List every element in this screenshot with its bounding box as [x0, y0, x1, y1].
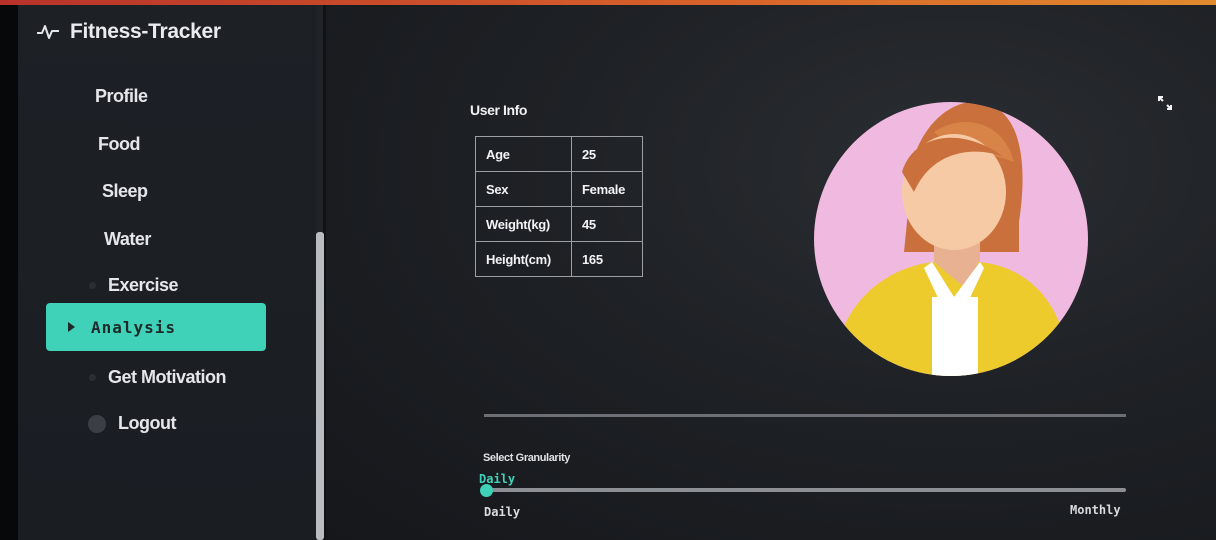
sidebar-scrollbar-thumb[interactable]	[316, 232, 324, 540]
logout-icon	[88, 414, 106, 433]
table-row: Height(cm) 165	[475, 241, 643, 277]
sidebar-item-label: Food	[98, 134, 140, 154]
play-arrow-icon	[68, 322, 75, 332]
sidebar-item-sleep[interactable]: Sleep	[102, 181, 148, 202]
activity-pulse-icon	[37, 25, 59, 39]
bullet-icon	[89, 374, 96, 381]
user-info-title: User Info	[470, 102, 528, 118]
sidebar-item-logout[interactable]: Logout	[88, 413, 176, 434]
sidebar-item-get-motivation[interactable]: Get Motivation	[89, 367, 227, 388]
expand-icon[interactable]	[1157, 95, 1173, 111]
sidebar-item-water[interactable]: Water	[104, 229, 151, 250]
sidebar-item-analysis[interactable]: Analysis	[46, 303, 266, 351]
sidebar-item-food[interactable]: Food	[98, 134, 140, 155]
sidebar-item-profile[interactable]: Profile	[95, 86, 148, 107]
table-cell-value: 165	[571, 241, 643, 277]
sidebar-item-label: Get Motivation	[108, 367, 227, 387]
table-cell-value: 45	[571, 206, 643, 242]
bullet-icon	[89, 282, 96, 289]
table-cell-key: Weight(kg)	[475, 206, 572, 242]
table-cell-key: Sex	[475, 171, 572, 207]
female-avatar-icon	[814, 102, 1088, 376]
sidebar-item-label: Water	[104, 229, 151, 249]
table-row: Weight(kg) 45	[475, 206, 643, 242]
table-cell-key: Age	[475, 136, 572, 172]
app-brand[interactable]: Fitness-Tracker	[36, 20, 221, 44]
table-cell-value: 25	[571, 136, 643, 172]
sidebar-item-label: Profile	[95, 86, 148, 106]
sidebar-item-exercise[interactable]: Exercise	[89, 275, 179, 296]
granularity-slider-track[interactable]	[486, 488, 1126, 492]
sidebar-item-label: Sleep	[102, 181, 148, 201]
granularity-label: Select Granularity	[483, 452, 570, 464]
table-row: Age 25	[475, 136, 643, 172]
granularity-min-label: Daily	[484, 505, 521, 519]
sidebar-item-label: Logout	[118, 413, 176, 433]
app-title: Fitness-Tracker	[70, 20, 221, 43]
section-divider	[484, 414, 1126, 417]
granularity-max-label: Monthly	[1070, 503, 1121, 517]
screen-bezel	[0, 5, 18, 540]
user-info-table: Age 25 Sex Female Weight(kg) 45 Height(c…	[475, 136, 643, 277]
table-cell-value: Female	[571, 171, 643, 207]
table-row: Sex Female	[475, 171, 643, 207]
table-cell-key: Height(cm)	[475, 241, 572, 277]
sidebar-item-label: Exercise	[108, 275, 179, 295]
sidebar	[18, 5, 318, 540]
sidebar-item-label: Analysis	[91, 317, 177, 337]
granularity-slider-thumb[interactable]	[479, 484, 493, 497]
